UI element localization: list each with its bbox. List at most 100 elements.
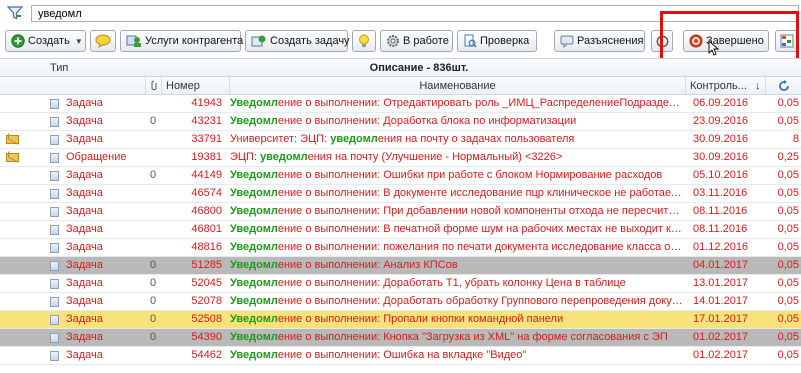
message-envelope-cell <box>6 185 22 202</box>
row-type: Задача <box>66 223 103 235</box>
row-value: 0,05 <box>777 223 799 235</box>
pause-button[interactable] <box>651 30 673 52</box>
check-label: Проверка <box>480 35 530 47</box>
row-attachment-mark <box>146 347 160 364</box>
row-attachment-mark: 0 <box>149 295 157 307</box>
row-name-text: ение о выполнении: В печатной форме шум … <box>277 223 686 235</box>
row-name-text: ение о выполнении: пожелания по печати д… <box>277 241 686 253</box>
row-number: 48816 <box>191 241 222 253</box>
search-match-highlight: уведомл <box>260 151 308 163</box>
column-header-refresh[interactable] <box>766 77 801 94</box>
filter-funnel-icon[interactable] <box>7 6 23 20</box>
table-row[interactable]: Задача 0 52045 Уведомление о выполнении: До… <box>0 275 801 293</box>
create-task-button[interactable]: Создать задачу <box>245 30 350 52</box>
in-work-button[interactable]: В работе <box>380 30 453 52</box>
row-attachment-mark: 0 <box>149 169 157 181</box>
row-number: 52078 <box>191 295 222 307</box>
search-match-highlight: Уведомл <box>230 97 278 109</box>
row-name-text: ение о выполнении: Доработать Т1, убрать… <box>277 277 626 289</box>
task-icon <box>50 153 59 163</box>
counterparty-services-button[interactable]: Услуги контрагента <box>120 30 243 52</box>
row-number: 51285 <box>191 259 222 271</box>
message-envelope-cell <box>6 311 22 328</box>
table-row[interactable]: Задача 41943 Уведомление о выполнении: Отр… <box>0 95 801 113</box>
row-control-date: 23.09.2016 <box>693 115 749 127</box>
message-envelope-cell <box>6 257 22 274</box>
grid-header-top: Тип Описание - 836шт. <box>0 59 801 77</box>
tip-button[interactable] <box>352 30 376 52</box>
row-control-date: 04.01.2017 <box>693 259 749 271</box>
row-name-text: ение о выполнении: Доработать обработку … <box>277 295 686 307</box>
search-match-highlight: Уведомл <box>230 295 278 307</box>
row-attachment-mark <box>146 95 160 112</box>
table-row[interactable]: Задача 46800 Уведомление о выполнении: При… <box>0 203 801 221</box>
task-icon <box>50 333 59 343</box>
message-envelope-cell <box>6 131 22 148</box>
search-match-highlight: Уведомл <box>230 169 278 181</box>
task-icon <box>50 117 59 127</box>
task-icon <box>50 243 59 253</box>
table-row[interactable]: Задача 46574 Уведомление о выполнении: В д… <box>0 185 801 203</box>
row-name-text: ЭЦП: <box>230 151 261 163</box>
message-envelope-cell <box>6 95 22 112</box>
row-type: Задача <box>66 169 103 181</box>
idea-button[interactable] <box>90 30 116 52</box>
row-attachment-mark: 0 <box>149 313 157 325</box>
column-header-control-label: Контроль... <box>690 79 747 92</box>
sort-arrow-icon: ↓ <box>754 79 761 92</box>
message-envelope-cell <box>6 275 22 292</box>
table-row[interactable]: Задача 0 43231 Уведомление о выполнении: До… <box>0 113 801 131</box>
row-value: 0,05 <box>777 97 799 109</box>
row-value: 0,05 <box>777 205 799 217</box>
chevron-down-icon: ▼ <box>74 36 83 46</box>
row-type: Задача <box>66 241 103 253</box>
row-type: Задача <box>66 331 103 343</box>
table-row[interactable]: Задача 46801 Уведомление о выполнении: В п… <box>0 221 801 239</box>
row-name: Уведомление о выполнении: Отредактироват… <box>230 95 686 112</box>
search-match-highlight: Уведомл <box>230 241 278 253</box>
search-input[interactable] <box>31 5 799 22</box>
table-row[interactable]: Задача 54462 Уведомление о выполнении: Оши… <box>0 347 801 365</box>
check-button[interactable]: Проверка <box>457 30 537 52</box>
spreadsheet-icon <box>780 34 794 48</box>
table-row[interactable]: Задача 0 44149 Уведомление о выполнении: Ош… <box>0 167 801 185</box>
message-envelope-cell <box>6 239 22 256</box>
task-icon <box>50 351 59 361</box>
grid-header-columns: Номер Наименование Контроль... ↓ <box>0 77 801 95</box>
table-row[interactable]: Обращение 19381 ЭЦП: уведомления на почту … <box>0 149 801 167</box>
table-row[interactable]: Задача 0 52078 Уведомление о выполнении: До… <box>0 293 801 311</box>
users-icon <box>126 35 141 47</box>
table-row[interactable]: Задача 0 51285 Уведомление о выполнении: Ан… <box>0 257 801 275</box>
lightbulb-speech-icon <box>95 34 111 48</box>
create-button[interactable]: Создать ▼ <box>5 30 86 52</box>
row-name-text: ение о выполнении: Пропали кнопки команд… <box>277 313 564 325</box>
create-label: Создать <box>28 35 70 47</box>
row-name: Уведомление о выполнении: В печатной фор… <box>230 221 686 238</box>
column-header-type[interactable]: Тип <box>46 59 184 76</box>
row-control-date: 08.11.2016 <box>693 205 748 217</box>
search-match-highlight: Уведомл <box>230 313 278 325</box>
row-value: 0,25 <box>777 151 799 163</box>
tasks-grid: Тип Описание - 836шт. Номер Наименование… <box>0 58 801 373</box>
row-number: 41943 <box>191 97 222 109</box>
row-value: 0,05 <box>777 187 799 199</box>
clarifications-button[interactable]: Разъяснения <box>554 30 645 52</box>
row-control-date: 30.09.2016 <box>693 151 749 163</box>
table-row[interactable]: Задача 48816 Уведомление о выполнении: пож… <box>0 239 801 257</box>
report-button[interactable] <box>775 30 799 52</box>
table-row[interactable]: Задача 0 52508 Уведомление о выполнении: Пр… <box>0 311 801 329</box>
message-envelope-cell <box>6 329 22 346</box>
column-header-control[interactable]: Контроль... ↓ <box>686 77 766 94</box>
row-type: Задача <box>66 205 103 217</box>
row-value: 0,05 <box>777 115 799 127</box>
row-type: Задача <box>66 133 103 145</box>
column-header-name[interactable]: Наименование <box>230 77 686 94</box>
column-header-attachment[interactable] <box>146 77 162 94</box>
row-control-date: 06.09.2016 <box>693 97 749 109</box>
completed-button[interactable]: Завершено <box>683 30 769 52</box>
table-row[interactable]: Задача 33791 Университет: ЭЦП: уведомления… <box>0 131 801 149</box>
message-envelope-cell <box>6 347 22 364</box>
table-row[interactable]: Задача 0 54390 Уведомление о выполнении: Кн… <box>0 329 801 347</box>
column-header-number[interactable]: Номер <box>162 77 230 94</box>
row-attachment-mark <box>146 185 160 202</box>
